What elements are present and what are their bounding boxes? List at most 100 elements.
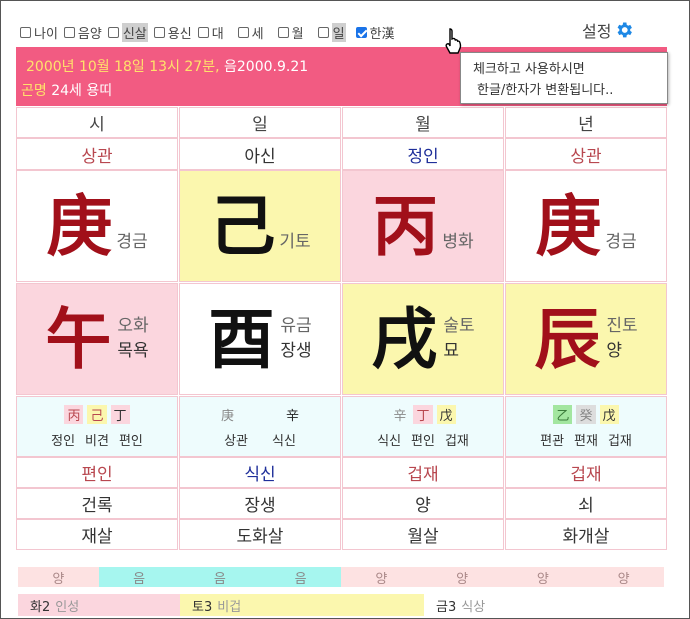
branch-reading: 오화	[117, 315, 149, 336]
option-month[interactable]: 월	[277, 23, 304, 42]
checkbox[interactable]	[153, 26, 165, 38]
element-earth: 토3 비겁	[180, 594, 424, 616]
option-daeun[interactable]: 대	[197, 23, 224, 42]
element-desc: 비겁	[217, 599, 242, 615]
option-yongsin[interactable]: 용신	[153, 23, 192, 42]
hidden-tengod: 겁재	[444, 433, 469, 449]
twelve-stage-row: 건록 장생 양 쇠	[16, 488, 667, 519]
hidden-stems-cell: 庚 辛 상관 식신	[179, 396, 341, 457]
element-desc: 식상	[461, 599, 486, 615]
option-label: 대	[211, 26, 224, 42]
tengod-label: 상관	[505, 138, 667, 170]
hidden-tengod: 편인	[118, 433, 143, 449]
branch-info: 진토양	[606, 314, 637, 365]
option-label: 용신	[167, 26, 192, 42]
option-age[interactable]: 나이	[20, 23, 58, 42]
checkbox[interactable]	[237, 26, 249, 38]
branch-stage: 목욕	[117, 341, 149, 361]
stem-hanja: 己	[209, 187, 276, 265]
branch-tengod-row: 편인 식신 겁재 겁재	[16, 457, 667, 488]
hidden-stems-cell: 丙己丁 정인 비견 편인	[16, 396, 178, 457]
heavenly-stem-row: 庚 경금 己 기토 丙 병화 庚 경금	[16, 170, 667, 282]
stage-label: 양	[342, 488, 504, 519]
hidden-stem: 戊	[599, 404, 619, 424]
tengod-label: 상관	[16, 138, 178, 170]
option-label: 한漢	[369, 26, 395, 42]
checkbox[interactable]	[107, 26, 119, 38]
hidden-stem: 癸	[576, 404, 596, 424]
pillar-header-row: 시 일 월 년	[16, 107, 667, 138]
checkbox[interactable]	[197, 26, 209, 38]
branch-cell: 酉 유금 장생	[179, 283, 341, 395]
yinyang-cell: 양	[502, 567, 584, 587]
stage-label: 장생	[179, 488, 341, 519]
birth-date-line: 2000년 10월 18일 13시 27분, 음2000.9.21	[26, 56, 308, 76]
yinyang-cell: 양	[583, 567, 664, 587]
hidden-stem: 戊	[436, 404, 456, 424]
hidden-stem: 辛	[286, 408, 300, 424]
stem-reading: 기토	[279, 231, 311, 252]
tengod-label: 식신	[179, 457, 341, 488]
sinsal-label: 재살	[16, 519, 178, 550]
tengod-label: 아신	[179, 138, 341, 170]
hidden-tengod: 상관	[224, 433, 248, 449]
branch-cell: 辰 진토양	[505, 283, 667, 395]
option-label: 세	[251, 26, 264, 42]
yinyang-cell: 양	[18, 567, 99, 587]
pillar-header: 월	[342, 107, 504, 138]
branch-hanja: 午	[45, 300, 112, 378]
checkbox[interactable]	[317, 26, 329, 38]
gear-icon[interactable]	[614, 20, 634, 40]
element-distribution-bar: 화2 인성 토3 비겁 금3 식상	[18, 594, 664, 616]
lunar-date: 음2000.9.21	[219, 59, 309, 75]
hidden-stem: 己	[87, 404, 107, 424]
settings-label: 설정	[582, 22, 612, 41]
option-label: 신살	[121, 22, 148, 42]
branch-hanja: 辰	[534, 300, 601, 378]
checkbox[interactable]	[20, 26, 31, 38]
hidden-tengod: 정인	[51, 433, 76, 449]
settings-button[interactable]: 설정	[582, 18, 634, 42]
stem-reading: 병화	[442, 231, 474, 252]
age-zodiac: 24세 용띠	[46, 83, 113, 99]
element-name: 토3	[192, 599, 213, 615]
element-name: 금3	[436, 599, 457, 615]
stage-label: 건록	[16, 488, 178, 519]
element-name: 화2	[30, 599, 51, 615]
hidden-stem: 丁	[413, 404, 433, 424]
hidden-stem: 丁	[110, 404, 130, 424]
person-line: 곤명 24세 용띠	[21, 80, 112, 100]
gender-label: 곤명	[21, 83, 47, 99]
sinsal-label: 도화살	[179, 519, 341, 550]
option-label: 나이	[34, 26, 58, 42]
option-seun[interactable]: 세	[237, 23, 264, 42]
stem-cell: 庚 경금	[16, 170, 178, 282]
hidden-stem: 辛	[393, 408, 407, 424]
branch-reading: 진토	[606, 315, 638, 336]
checkbox-checked[interactable]	[355, 26, 367, 38]
option-hanja-toggle[interactable]: 한漢	[355, 23, 395, 42]
checkbox[interactable]	[277, 26, 289, 38]
branch-cell: 午 오화목욕	[16, 283, 178, 395]
option-sinsal[interactable]: 신살	[107, 22, 148, 42]
branch-hanja: 酉	[208, 300, 275, 378]
branch-info: 유금 장생	[280, 314, 311, 365]
tooltip-line: 체크하고 사용하시면	[473, 62, 585, 77]
branch-stage: 장생	[280, 341, 312, 361]
hidden-tengod: 식신	[377, 433, 402, 449]
tengod-label: 겁재	[342, 457, 504, 488]
stem-hanja: 庚	[46, 187, 113, 265]
checkbox[interactable]	[63, 26, 75, 38]
hidden-tengod: 편인	[411, 433, 435, 449]
earthly-branch-row: 午 오화 목욕 酉 유금 장생 戌 술토 묘 辰 진토 양	[16, 283, 667, 395]
option-day[interactable]: 일	[317, 22, 346, 42]
hanja-toggle-tooltip: 체크하고 사용하시면 한글/한자가 변환됩니다..	[460, 52, 668, 104]
hidden-stems-row: 丙己丁 정인 비견 편인 庚辛 상관 식신 辛丁戊 식신 편인 겁재 乙癸戊 편관 편재 겁재	[16, 396, 667, 457]
branch-stage: 양	[606, 341, 622, 361]
option-yinyang[interactable]: 음양	[63, 23, 102, 42]
tengod-label: 정인	[342, 138, 504, 170]
sinsal-row: 재살 도화살 월살 화개살	[16, 519, 667, 550]
hidden-tengod: 비견	[85, 433, 109, 449]
branch-info: 오화목욕	[117, 314, 148, 365]
hidden-tengod: 편관	[540, 433, 565, 449]
